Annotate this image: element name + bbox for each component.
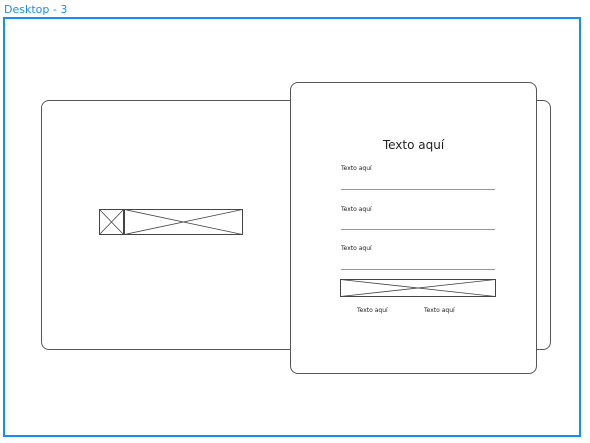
link-1[interactable]: Texto aquí (357, 307, 388, 314)
field-label-3: Texto aquí (341, 245, 372, 252)
frame-label: Desktop - 3 (4, 3, 68, 16)
form-card: Texto aquí Texto aquí Texto aquí Texto a… (290, 82, 537, 374)
form-title: Texto aquí (382, 138, 445, 152)
image-placeholder-wide (124, 209, 243, 235)
input-field-3[interactable] (341, 269, 495, 270)
field-label-2: Texto aquí (341, 206, 372, 213)
image-placeholder-small (99, 209, 124, 235)
input-field-1[interactable] (341, 189, 495, 190)
input-field-2[interactable] (341, 229, 495, 230)
left-card (41, 100, 313, 350)
link-2[interactable]: Texto aquí (424, 307, 455, 314)
field-label-1: Texto aquí (341, 165, 372, 172)
button-placeholder[interactable] (340, 279, 496, 297)
